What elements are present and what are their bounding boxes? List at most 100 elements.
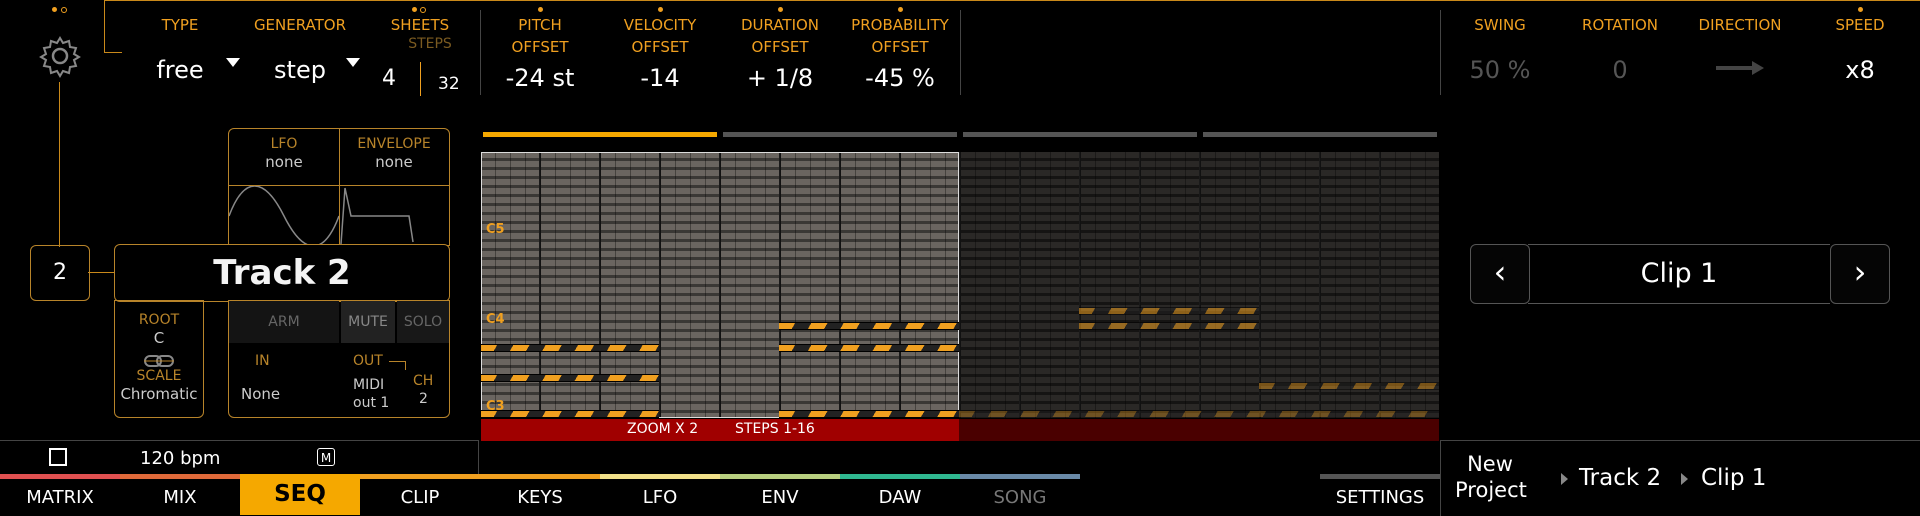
tab-mix[interactable]: MIX: [120, 481, 240, 515]
connector-line: [88, 272, 114, 273]
breadcrumb-project[interactable]: New Project: [1455, 451, 1527, 503]
rotation-param[interactable]: ROTATION 0: [1570, 14, 1670, 84]
zoom-bar-inactive[interactable]: [959, 419, 1439, 441]
clip-name: Clip 1: [1640, 258, 1718, 289]
tab-lfo[interactable]: LFO: [600, 481, 720, 515]
note-step[interactable]: [1079, 307, 1259, 315]
sheet-indicator-3[interactable]: [963, 132, 1197, 137]
modulation-panel: LFO none ENVELOPE none: [228, 128, 450, 247]
duration-label: DURATION: [740, 16, 820, 34]
swing-label: SWING: [1474, 16, 1526, 34]
solo-button[interactable]: SOLO: [397, 301, 449, 343]
arm-label: ARM: [268, 314, 300, 330]
speed-value: x8: [1845, 56, 1875, 84]
tab-daw[interactable]: DAW: [840, 481, 960, 515]
probability-label: PROBABILITY: [851, 16, 949, 34]
swing-param[interactable]: SWING 50 %: [1450, 14, 1550, 84]
pitch-offset-param[interactable]: PITCH OFFSET -24 st: [490, 7, 590, 92]
ch-value[interactable]: 2: [419, 391, 428, 407]
direction-param[interactable]: DIRECTION: [1690, 14, 1790, 78]
tab-label: SEQ: [274, 481, 326, 507]
tab-bar-env: [720, 474, 840, 479]
tab-label: SONG: [993, 487, 1047, 508]
tab-seq[interactable]: SEQ: [240, 474, 360, 515]
arm-button[interactable]: ARM: [229, 301, 339, 343]
tab-song[interactable]: SONG: [960, 481, 1080, 515]
probability-offset-param[interactable]: PROBABILITY OFFSET -45 %: [845, 7, 955, 92]
tab-env[interactable]: ENV: [720, 481, 840, 515]
tab-bar-clip: [360, 474, 480, 479]
lfo-value: none: [265, 153, 303, 171]
envelope-label: ENVELOPE: [357, 136, 431, 152]
tab-label: CLIP: [400, 487, 440, 508]
gear-icon[interactable]: [38, 34, 82, 78]
note-step[interactable]: [779, 410, 959, 418]
note-step[interactable]: [481, 374, 659, 382]
envelope-slot[interactable]: ENVELOPE none: [339, 129, 449, 186]
note-step[interactable]: [959, 410, 1439, 418]
scale-panel: ROOT C SCALE Chromatic: [114, 300, 204, 418]
out-value-2[interactable]: out 1: [353, 395, 389, 411]
arrow-right-icon: [1716, 58, 1764, 78]
metronome-icon: M: [320, 451, 332, 465]
note-step[interactable]: [1259, 382, 1439, 390]
rotation-value: 0: [1612, 56, 1628, 84]
generator-label: GENERATOR: [253, 16, 347, 34]
duration-offset-param[interactable]: DURATION OFFSET + 1/8: [730, 7, 830, 92]
generator-dropdown-icon[interactable]: [346, 58, 360, 67]
breadcrumb-clip[interactable]: Clip 1: [1701, 465, 1766, 491]
tab-label: MIX: [163, 487, 197, 508]
mute-button[interactable]: MUTE: [341, 301, 395, 343]
out-value-1[interactable]: MIDI: [353, 377, 384, 393]
steps-value: 32: [438, 74, 460, 94]
speed-param[interactable]: SPEED x8: [1810, 7, 1910, 84]
connector-line: [104, 0, 1920, 1]
zoom-bar[interactable]: ZOOM X 2 STEPS 1-16: [481, 419, 959, 441]
chevron-left-icon: ‹: [1493, 253, 1507, 291]
sheet-indicator-4[interactable]: [1203, 132, 1437, 137]
tab-settings[interactable]: SETTINGS: [1320, 481, 1440, 515]
clip-name-box[interactable]: Clip 1: [1528, 244, 1830, 304]
prev-clip-button[interactable]: ‹: [1470, 244, 1530, 304]
chevron-right-icon: ›: [1853, 253, 1867, 291]
note-label-c5: C5: [486, 222, 505, 237]
sheet-indicator-1[interactable]: [483, 132, 717, 137]
note-step[interactable]: [1079, 322, 1259, 330]
tab-bar-keys: [480, 474, 600, 479]
note-step[interactable]: [481, 410, 659, 418]
tab-keys[interactable]: KEYS: [480, 481, 600, 515]
root-value[interactable]: C: [115, 329, 203, 347]
note-step[interactable]: [779, 344, 959, 352]
lfo-slot[interactable]: LFO none: [229, 129, 340, 186]
link-icon[interactable]: [144, 353, 174, 367]
generator-param[interactable]: GENERATOR step: [245, 14, 355, 84]
type-param[interactable]: TYPE free: [130, 14, 230, 84]
breadcrumb: New Project Track 2 Clip 1: [1440, 440, 1920, 516]
in-value[interactable]: None: [241, 385, 280, 403]
solo-label: SOLO: [403, 314, 443, 330]
generator-value: step: [274, 56, 326, 84]
sheets-param[interactable]: SHEETS STEPS: [380, 4, 460, 52]
tab-clip[interactable]: CLIP: [360, 481, 480, 515]
next-clip-button[interactable]: ›: [1830, 244, 1890, 304]
lfo-wave-icon: [228, 185, 340, 247]
type-dropdown-icon[interactable]: [226, 58, 240, 67]
tab-matrix[interactable]: MATRIX: [0, 481, 120, 515]
speed-label: SPEED: [1835, 16, 1885, 34]
step-grid[interactable]: C5 C4 C3: [481, 152, 1439, 418]
envelope-shape-icon: [339, 186, 449, 245]
metronome-button[interactable]: M: [317, 448, 335, 466]
track-name-box[interactable]: Track 2: [114, 244, 450, 302]
pitch-label: PITCH: [518, 16, 562, 34]
tempo-value[interactable]: 120 bpm: [140, 448, 220, 469]
track-number-box[interactable]: 2: [30, 245, 90, 301]
sheet-indicator-2[interactable]: [723, 132, 957, 137]
velocity-offset-param[interactable]: VELOCITY OFFSET -14: [610, 7, 710, 92]
note-step[interactable]: [481, 344, 659, 352]
note-step[interactable]: [779, 322, 959, 330]
tab-bar-daw: [840, 474, 960, 479]
breadcrumb-track[interactable]: Track 2: [1579, 465, 1661, 491]
scale-value[interactable]: Chromatic: [115, 385, 203, 403]
stop-button[interactable]: [49, 448, 67, 466]
page-dots: [52, 7, 72, 15]
